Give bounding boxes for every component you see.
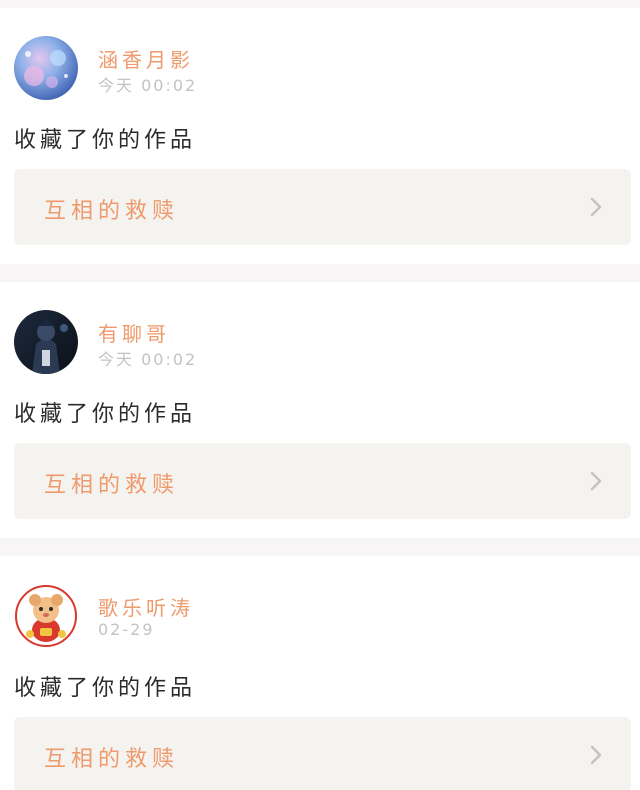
avatar[interactable]	[14, 584, 78, 648]
notification-feed: 涵香月影 今天 00:02 收藏了你的作品 互相的救赎 有聊哥 今天 00:02…	[0, 0, 640, 790]
avatar-image	[14, 310, 78, 374]
username[interactable]: 歌乐听涛	[98, 592, 194, 621]
timestamp: 今天 00:02	[98, 350, 198, 369]
username[interactable]: 涵香月影	[98, 44, 194, 73]
timestamp: 今天 00:02	[98, 76, 198, 95]
avatar-image	[14, 36, 78, 100]
work-title: 互相的救赎	[44, 747, 180, 772]
work-title: 互相的救赎	[44, 199, 180, 224]
notification-card: 涵香月影 今天 00:02 收藏了你的作品 互相的救赎	[0, 8, 640, 264]
avatar[interactable]	[14, 36, 78, 100]
work-title: 互相的救赎	[44, 473, 180, 498]
action-text: 收藏了你的作品	[14, 676, 197, 701]
work-link[interactable]: 互相的救赎	[14, 717, 631, 790]
work-link[interactable]: 互相的救赎	[14, 169, 631, 245]
timestamp: 02-29	[98, 620, 155, 639]
chevron-right-icon	[590, 745, 602, 765]
notification-card: 歌乐听涛 02-29 收藏了你的作品 互相的救赎	[0, 556, 640, 790]
avatar-image	[14, 584, 78, 648]
notification-card: 有聊哥 今天 00:02 收藏了你的作品 互相的救赎	[0, 282, 640, 538]
avatar[interactable]	[14, 310, 78, 374]
action-text: 收藏了你的作品	[14, 402, 197, 427]
work-link[interactable]: 互相的救赎	[14, 443, 631, 519]
username[interactable]: 有聊哥	[98, 318, 170, 347]
action-text: 收藏了你的作品	[14, 128, 197, 153]
chevron-right-icon	[590, 471, 602, 491]
chevron-right-icon	[590, 197, 602, 217]
